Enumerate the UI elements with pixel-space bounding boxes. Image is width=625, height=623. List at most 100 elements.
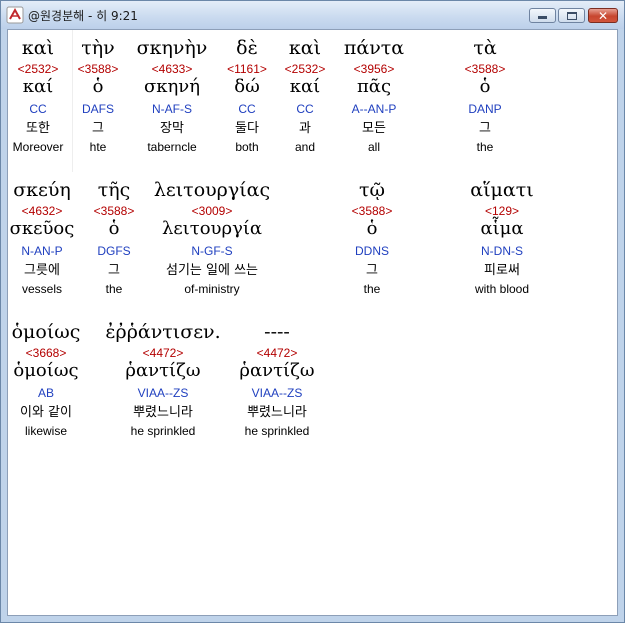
greek-word: πάντα: [343, 37, 405, 59]
greek-word: τὰ: [473, 37, 497, 59]
minimize-button[interactable]: [529, 8, 556, 23]
korean-gloss: 그: [479, 121, 491, 136]
interlinear-view[interactable]: καὶ <2532> καί CC 또한 Moreover τὴν <3588>…: [7, 29, 618, 616]
greek-word: σκηνὴν: [136, 37, 208, 59]
korean-gloss: 그: [92, 121, 104, 136]
strongs-number[interactable]: <4632>: [8, 204, 76, 218]
korean-gloss: 섬기는 일에 쓰는: [166, 263, 258, 278]
greek-word: λειτουργίας: [153, 179, 271, 201]
english-gloss: the: [476, 140, 494, 154]
greek-word: ὁμοίως: [11, 321, 81, 343]
strongs-number[interactable]: <3588>: [452, 62, 518, 76]
lemma: ὁ: [108, 218, 120, 239]
morphology-code[interactable]: A--AN-P: [334, 102, 414, 116]
morphology-code[interactable]: DDNS: [342, 244, 402, 258]
strongs-number[interactable]: <3588>: [73, 62, 123, 76]
word-cell[interactable]: σκεύη <4632> σκεῦος N-AN-P 그릇에 vessels: [8, 178, 76, 302]
english-gloss: he sprinkled: [244, 424, 310, 438]
korean-gloss: 피로써: [484, 263, 520, 278]
morphology-code[interactable]: AB: [8, 386, 84, 400]
morphology-code[interactable]: N-AF-S: [130, 102, 214, 116]
morphology-code[interactable]: VIAA--ZS: [236, 386, 318, 400]
english-gloss: Moreover: [12, 140, 64, 154]
lemma: ὁ: [479, 76, 491, 97]
morphology-code[interactable]: N-AN-P: [8, 244, 76, 258]
minimize-icon: [538, 16, 547, 19]
english-gloss: hte: [89, 140, 107, 154]
word-cell[interactable]: σκηνὴν <4633> σκηνή N-AF-S 장막 taberncle: [130, 36, 214, 160]
strongs-number[interactable]: <4633>: [130, 62, 214, 76]
english-gloss: vessels: [21, 282, 62, 296]
word-cell[interactable]: λειτουργίας <3009> λειτουργία N-GF-S 섬기는…: [146, 178, 278, 302]
lemma: ῥαντίζω: [239, 360, 315, 381]
english-gloss: taberncle: [147, 140, 197, 154]
strongs-number[interactable]: <3588>: [342, 204, 402, 218]
word-cell[interactable]: τῆς <3588> ὁ DGFS 그 the: [86, 178, 142, 302]
greek-word: τὴν: [81, 37, 115, 59]
lemma: σκεῦος: [9, 218, 75, 239]
strongs-number[interactable]: <2532>: [8, 62, 68, 76]
lemma: δώ: [234, 76, 260, 97]
morphology-code[interactable]: N-DN-S: [458, 244, 546, 258]
greek-word: καὶ: [21, 37, 55, 59]
lemma: ῥαντίζω: [125, 360, 201, 381]
morphology-code[interactable]: CC: [220, 102, 274, 116]
morphology-code[interactable]: DAFS: [73, 102, 123, 116]
lemma: ὁ: [366, 218, 378, 239]
word-cell[interactable]: τὴν <3588> ὁ DAFS 그 hte: [73, 36, 123, 160]
strongs-number[interactable]: <3588>: [86, 204, 142, 218]
word-cell[interactable]: καὶ <2532> καί CC 또한 Moreover: [8, 36, 68, 160]
strongs-number[interactable]: <1161>: [220, 62, 274, 76]
strongs-number[interactable]: <129>: [458, 204, 546, 218]
greek-word: αἵματι: [470, 179, 534, 201]
strongs-number[interactable]: <3668>: [8, 346, 84, 360]
english-gloss: both: [235, 140, 259, 154]
lemma: ὁμοίως: [13, 360, 79, 381]
close-icon: ✕: [597, 8, 609, 23]
strongs-number[interactable]: <3009>: [146, 204, 278, 218]
greek-word: τῆς: [97, 179, 131, 201]
word-cell[interactable]: καὶ <2532> καί CC 과 and: [278, 36, 332, 160]
strongs-number[interactable]: <4472>: [236, 346, 318, 360]
korean-gloss: 그: [366, 263, 378, 278]
english-gloss: and: [294, 140, 316, 154]
window-title: @원경분해 - 히 9:21: [28, 9, 138, 23]
maximize-button[interactable]: [558, 8, 585, 23]
word-cell[interactable]: πάντα <3956> πᾶς A--AN-P 모든 all: [334, 36, 414, 160]
strongs-number[interactable]: <2532>: [278, 62, 332, 76]
morphology-code[interactable]: CC: [8, 102, 68, 116]
lemma: πᾶς: [356, 76, 392, 97]
morphology-code[interactable]: DANP: [452, 102, 518, 116]
korean-gloss: 뿌렸느니라: [133, 405, 193, 420]
strongs-number[interactable]: <4472>: [100, 346, 226, 360]
word-cell[interactable]: τὰ <3588> ὁ DANP 그 the: [452, 36, 518, 160]
english-gloss: with blood: [474, 282, 530, 296]
korean-gloss: 그: [108, 263, 120, 278]
word-cell[interactable]: αἵματι <129> αἷμα N-DN-S 피로써 with blood: [458, 178, 546, 302]
morphology-code[interactable]: VIAA--ZS: [100, 386, 226, 400]
korean-gloss: 또한: [26, 121, 50, 136]
english-gloss: the: [363, 282, 381, 296]
greek-word: καὶ: [288, 37, 322, 59]
strongs-number[interactable]: <3956>: [334, 62, 414, 76]
word-cell[interactable]: ---- <4472> ῥαντίζω VIAA--ZS 뿌렸느니라 he sp…: [236, 320, 318, 444]
morphology-code[interactable]: N-GF-S: [146, 244, 278, 258]
lemma: λειτουργία: [161, 218, 263, 239]
greek-word: τῷ: [358, 179, 385, 201]
lemma: καί: [22, 76, 54, 97]
app-window: @원경분해 - 히 9:21 ✕ καὶ <2532> καί CC 또한 Mo…: [0, 0, 625, 623]
lemma: καί: [289, 76, 321, 97]
title-bar[interactable]: @원경분해 - 히 9:21 ✕: [1, 1, 624, 29]
morphology-code[interactable]: CC: [278, 102, 332, 116]
word-cell[interactable]: ἐῤῥάντισεν. <4472> ῥαντίζω VIAA--ZS 뿌렸느니…: [100, 320, 226, 444]
korean-gloss: 장막: [160, 121, 184, 136]
word-cell[interactable]: δὲ <1161> δώ CC 둘다 both: [220, 36, 274, 160]
lemma: ὁ: [92, 76, 104, 97]
english-gloss: the: [105, 282, 123, 296]
english-gloss: likewise: [24, 424, 67, 438]
english-gloss: all: [367, 140, 380, 154]
word-cell[interactable]: τῷ <3588> ὁ DDNS 그 the: [342, 178, 402, 302]
morphology-code[interactable]: DGFS: [86, 244, 142, 258]
close-button[interactable]: ✕: [588, 8, 618, 23]
word-cell[interactable]: ὁμοίως <3668> ὁμοίως AB 이와 같이 likewise: [8, 320, 84, 444]
